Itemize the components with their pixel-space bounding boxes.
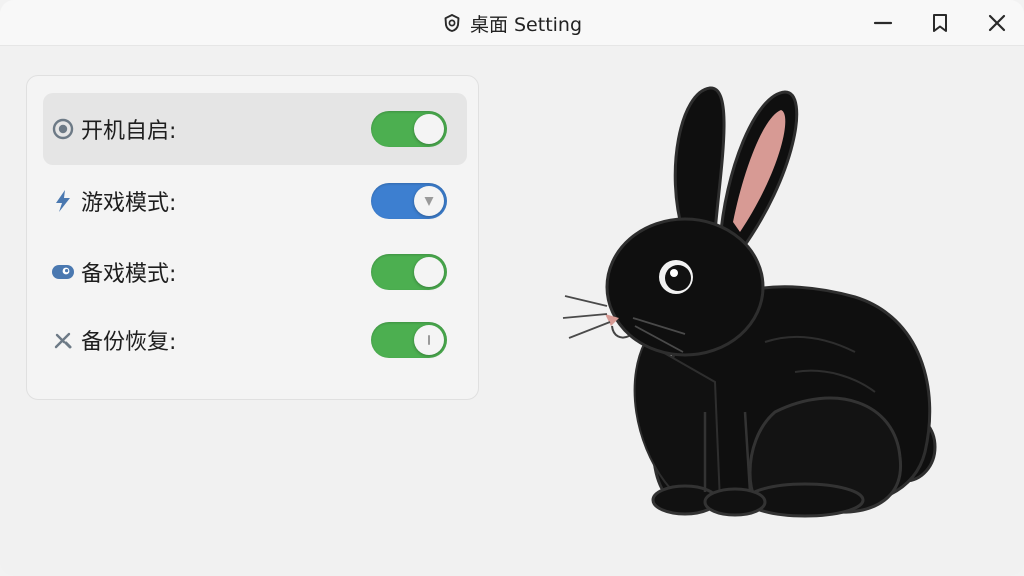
game-mode-toggle[interactable] <box>371 183 447 219</box>
toggle-knob <box>414 325 444 355</box>
bookmark-icon <box>933 14 947 32</box>
tools-icon <box>54 332 72 349</box>
black-rabbit-illustration <box>562 86 937 518</box>
setting-row-backup-mode[interactable]: 备戏模式: <box>43 236 467 308</box>
settings-window: 桌面 Setting 开机自启: 游戏模式: 备戏模式: 备份恢复: <box>0 0 1024 576</box>
close-button[interactable] <box>982 8 1012 38</box>
triangle-down-icon <box>424 197 434 206</box>
radio-target-icon <box>52 118 74 140</box>
setting-label: 备份恢复: <box>81 330 177 355</box>
toggle-knob <box>414 257 444 287</box>
setting-label: 开机自启: <box>81 119 177 144</box>
eye-capsule-icon <box>52 265 74 279</box>
toggle-knob <box>414 186 444 216</box>
window-title: 桌面 Setting <box>469 13 583 36</box>
backup-mode-toggle[interactable] <box>371 254 447 290</box>
toggle-knob <box>414 114 444 144</box>
setting-row-backup-restore[interactable]: 备份恢复: <box>43 304 467 376</box>
setting-row-game-mode[interactable]: 游戏模式: <box>43 165 467 237</box>
grip-line-icon <box>428 335 430 345</box>
shield-outline-icon <box>444 14 460 32</box>
close-icon <box>988 14 1006 32</box>
backup-restore-toggle[interactable] <box>371 322 447 358</box>
bookmark-button[interactable] <box>925 8 955 38</box>
settings-panel: 开机自启: 游戏模式: 备戏模式: 备份恢复: <box>26 75 479 400</box>
lightning-icon <box>56 190 70 212</box>
title-bar: 桌面 Setting <box>0 0 1024 46</box>
minimize-icon <box>873 21 893 25</box>
setting-label: 备戏模式: <box>81 262 177 287</box>
minimize-button[interactable] <box>868 8 898 38</box>
setting-row-autostart[interactable]: 开机自启: <box>43 93 467 165</box>
autostart-toggle[interactable] <box>371 111 447 147</box>
setting-label: 游戏模式: <box>81 191 177 216</box>
